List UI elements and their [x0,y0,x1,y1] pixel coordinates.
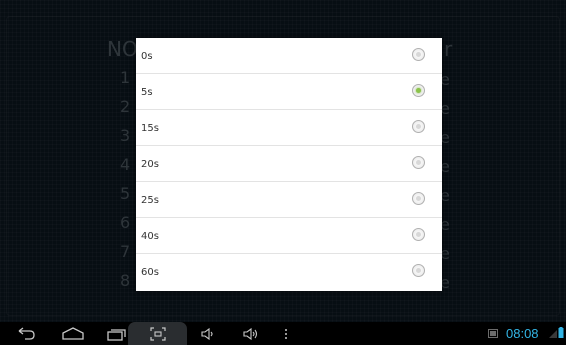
option-5s[interactable]: 5s [136,74,442,110]
screenshot-icon[interactable] [150,327,166,341]
volume-up-icon[interactable] [243,327,259,341]
option-label: 40s [141,231,159,242]
option-15s[interactable]: 15s [136,110,442,146]
back-icon[interactable] [16,327,36,341]
radio-dot-icon [416,160,421,165]
option-40s[interactable]: 40s [136,218,442,254]
option-label: 20s [141,159,159,170]
radio-dot-icon [416,124,421,129]
option-label: 15s [141,123,159,134]
radio-button[interactable] [412,120,425,133]
radio-dot-icon [416,52,421,57]
radio-dot-icon [416,88,421,93]
radio-button[interactable] [412,228,425,241]
recent-apps-icon[interactable] [106,327,128,341]
option-label: 25s [141,195,159,206]
radio-dot-icon [416,232,421,237]
menu-icon[interactable] [283,327,289,341]
system-navigation-bar: 08:08 [0,322,566,345]
radio-button-selected[interactable] [412,84,425,97]
radio-dot-icon [416,268,421,273]
wifi-signal-icon [549,328,557,338]
battery-icon [558,327,564,338]
radio-button[interactable] [412,264,425,277]
notification-icon [488,329,498,338]
option-label: 0s [141,51,153,62]
radio-button[interactable] [412,156,425,169]
screen: NO r 1 2 3 4 5 6 7 8 e e e e e e e e 0s … [0,0,566,345]
radio-button[interactable] [412,48,425,61]
option-25s[interactable]: 25s [136,182,442,218]
option-0s[interactable]: 0s [136,38,442,74]
home-icon[interactable] [61,327,85,341]
option-label: 60s [141,267,159,278]
status-clock: 08:08 [506,326,539,341]
timeout-select-dialog: 0s 5s 15s 20s 25s 40s 60s [136,38,442,291]
radio-dot-icon [416,196,421,201]
option-20s[interactable]: 20s [136,146,442,182]
option-60s[interactable]: 60s [136,254,442,291]
radio-button[interactable] [412,192,425,205]
volume-down-icon[interactable] [201,327,215,341]
option-label: 5s [141,87,153,98]
